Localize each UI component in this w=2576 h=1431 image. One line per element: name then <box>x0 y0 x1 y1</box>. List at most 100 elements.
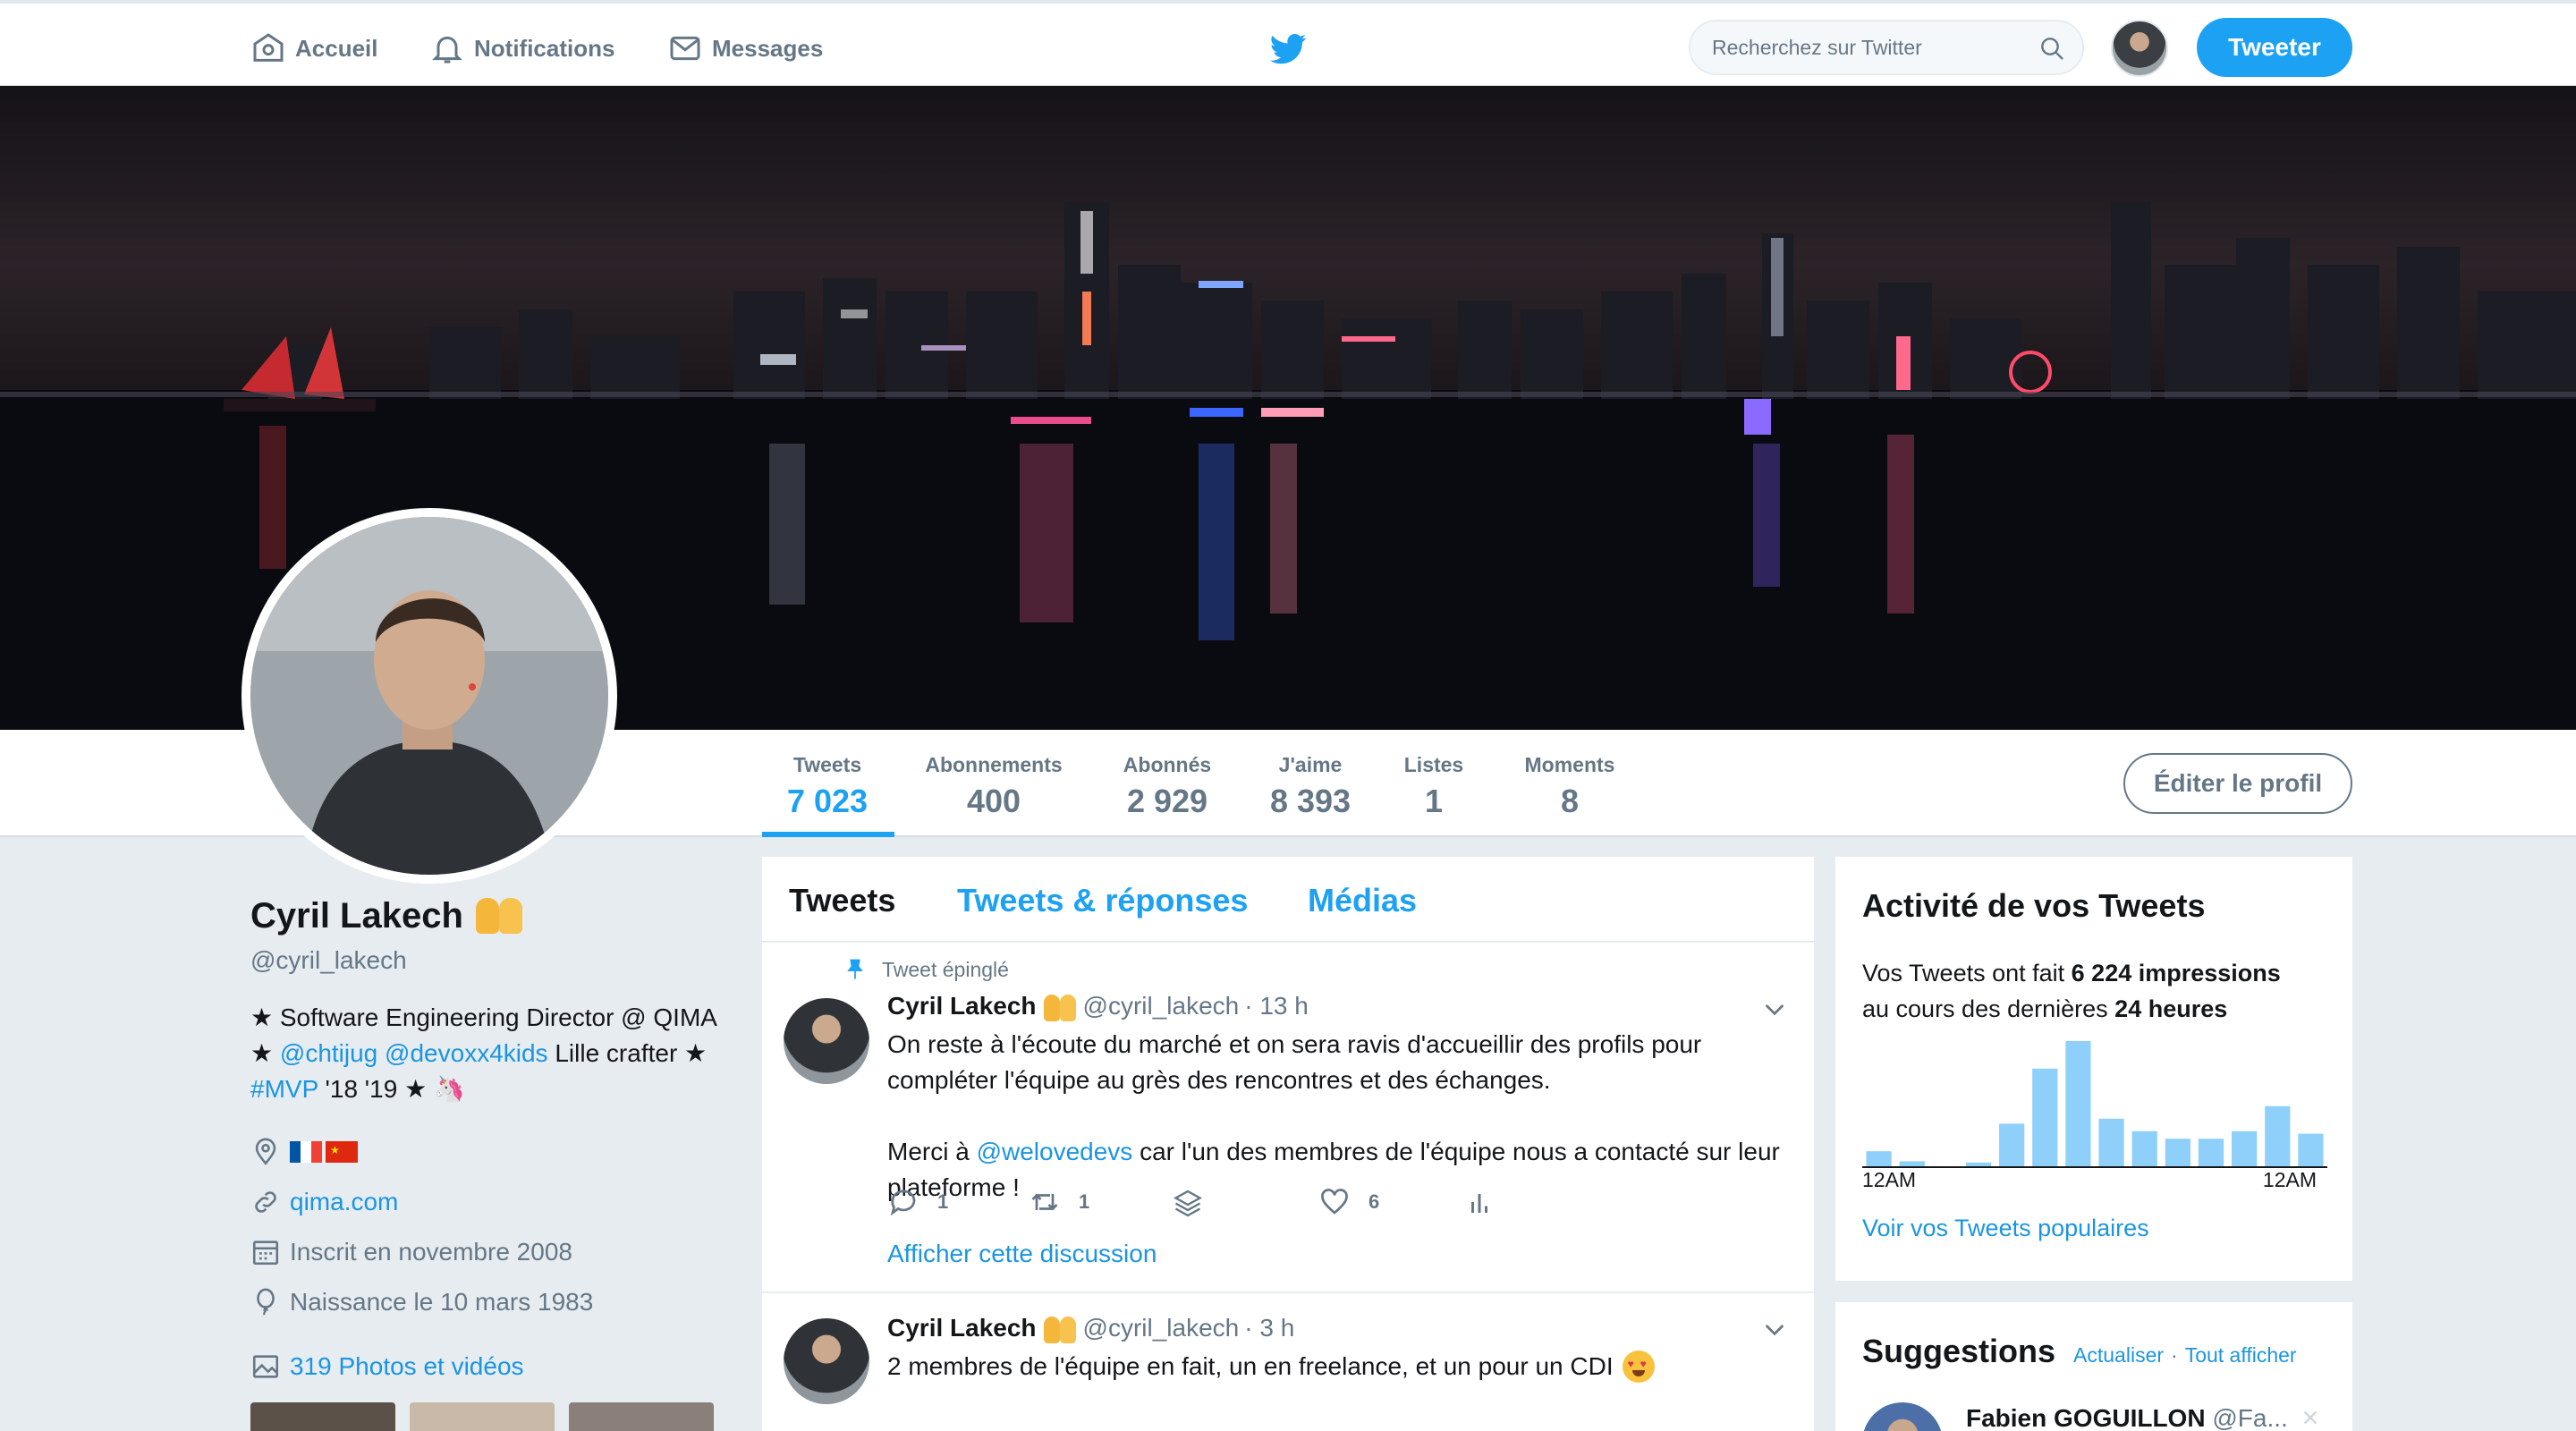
profile-photo-illustration <box>250 517 608 875</box>
profile-name-row: Cyril Lakech <box>250 894 733 937</box>
tab-media[interactable]: Médias <box>1308 882 1417 919</box>
joined-date: Inscrit en novembre 2008 <box>290 1238 572 1266</box>
tab-tweets[interactable]: Tweets <box>789 882 895 919</box>
view-all-link[interactable]: Tout afficher <box>2185 1343 2297 1367</box>
tweet-author-handle[interactable]: @cyril_lakech <box>1083 992 1240 1020</box>
stat-following[interactable]: Abonnements 400 <box>918 753 1070 820</box>
chart-bar[interactable] <box>2032 1068 2058 1166</box>
activity-text: Vos Tweets ont fait <box>1862 960 2065 986</box>
nav-home[interactable]: Accueil <box>250 27 378 70</box>
tweet-author-name[interactable]: Cyril Lakech <box>887 1314 1037 1342</box>
reply-action[interactable]: 1 <box>887 1186 948 1218</box>
search-input[interactable] <box>1712 21 2034 73</box>
mention-welovedevs[interactable]: @welovedevs <box>977 1138 1133 1165</box>
search-icon[interactable] <box>2038 34 2066 63</box>
chart-bar[interactable] <box>1965 1162 1992 1166</box>
suggestion-handle: @Fa... <box>2212 1404 2288 1431</box>
bio-line-1: ★ Software Engineering Director @ QIMA <box>250 1003 717 1031</box>
suggestion-avatar[interactable] <box>1862 1402 1943 1431</box>
bio-line-2: ★ @chtijug @devoxx4kids Lille crafter ★ <box>250 1036 733 1071</box>
stat-label: Abonnés <box>1123 753 1212 776</box>
tweet-item[interactable]: Tweet épinglé Cyril Lakech @cyril_lakech… <box>762 944 1814 1293</box>
tweet-time[interactable]: · 13 h <box>1244 992 1309 1020</box>
stat-value: 1 <box>1424 783 1444 819</box>
media-thumbnail[interactable] <box>569 1402 714 1431</box>
chart-bar[interactable] <box>2165 1139 2190 1166</box>
tweet-item[interactable]: Cyril Lakech @cyril_lakech · 3 h 2 membr… <box>762 1295 1814 1431</box>
stat-value: 8 393 <box>1269 783 1352 819</box>
like-count: 6 <box>1368 1190 1380 1213</box>
suggestions-title: Suggestions <box>1862 1333 2056 1369</box>
chart-bar[interactable] <box>1866 1151 1892 1166</box>
show-thread-link[interactable]: Afficher cette discussion <box>887 1240 1157 1268</box>
birthday-row: Naissance le 10 mars 1983 <box>250 1286 733 1318</box>
chevron-down-icon[interactable] <box>1760 995 1789 1023</box>
chart-bar[interactable] <box>2131 1130 2157 1166</box>
suggestion-user[interactable]: Fabien GOGUILLON @Fa... <box>1966 1404 2288 1431</box>
search-box <box>1689 20 2084 75</box>
chart-bar[interactable] <box>2098 1118 2124 1166</box>
analytics-action[interactable] <box>1463 1186 1513 1218</box>
nav-messages[interactable]: Messages <box>667 27 823 70</box>
tweet-author-name[interactable]: Cyril Lakech <box>887 992 1037 1020</box>
website-link[interactable]: qima.com <box>290 1188 398 1216</box>
profile-avatar[interactable] <box>242 508 617 884</box>
tweet-button[interactable]: Tweeter <box>2197 18 2352 77</box>
popular-tweets-link[interactable]: Voir vos Tweets populaires <box>1862 1215 2149 1242</box>
nav-notifications-label: Notifications <box>474 34 615 62</box>
image-icon <box>252 1355 279 1378</box>
chart-bar[interactable] <box>1899 1161 1925 1166</box>
tweet-author-handle[interactable]: @cyril_lakech <box>1083 1314 1240 1342</box>
stat-likes[interactable]: J'aime 8 393 <box>1252 753 1368 820</box>
tab-tweets-replies[interactable]: Tweets & réponses <box>957 882 1248 919</box>
stack-icon <box>1174 1190 1202 1217</box>
tweet-activity-card: Activité de vos Tweets Vos Tweets ont fa… <box>1835 857 2352 1281</box>
chart-bar[interactable] <box>2232 1130 2258 1166</box>
tweet-avatar[interactable] <box>784 998 869 1084</box>
tweet-time[interactable]: · 3 h <box>1244 1314 1294 1342</box>
chart-bar[interactable] <box>2265 1105 2291 1166</box>
media-thumbnail[interactable] <box>250 1402 395 1431</box>
account-avatar[interactable] <box>2111 20 2168 77</box>
stat-label: Tweets <box>792 753 862 776</box>
activity-summary-line: au cours des dernières 24 heures <box>1862 991 2281 1027</box>
website-row: qima.com <box>250 1186 733 1218</box>
chart-bar[interactable] <box>2198 1139 2224 1166</box>
chart-x-start-label: 12AM <box>1862 1168 1917 1191</box>
stat-lists[interactable]: Listes 1 <box>1394 753 1474 820</box>
active-stat-underline <box>762 832 894 837</box>
media-row: 319 Photos et vidéos <box>250 1351 733 1383</box>
retweet-icon <box>1031 1193 1058 1211</box>
hashtag-mvp[interactable]: #MVP <box>250 1075 318 1103</box>
stat-label: J'aime <box>1278 753 1343 776</box>
stack-action[interactable] <box>1172 1186 1222 1218</box>
chart-bar[interactable] <box>1999 1123 2025 1166</box>
photos-videos-link[interactable]: 319 Photos et vidéos <box>290 1352 524 1381</box>
retweet-action[interactable]: 1 <box>1029 1186 1089 1218</box>
tweet-header: Cyril Lakech @cyril_lakech · 13 h <box>887 991 1309 1021</box>
activity-summary-line: Vos Tweets ont fait 6 224 impressions <box>1862 955 2281 991</box>
bio-text: Lille crafter ★ <box>555 1039 708 1067</box>
stat-followers[interactable]: Abonnés 2 929 <box>1109 753 1225 820</box>
dismiss-icon[interactable] <box>2301 1408 2320 1427</box>
chart-bar[interactable] <box>2298 1133 2324 1166</box>
media-thumbnail[interactable] <box>410 1402 555 1431</box>
mention-devoxx4kids[interactable]: @devoxx4kids <box>385 1039 548 1067</box>
pinned-label: Tweet épinglé <box>882 957 1009 981</box>
tweet-avatar[interactable] <box>784 1318 869 1404</box>
chart-bar[interactable] <box>2065 1041 2091 1166</box>
stat-moments[interactable]: Moments 8 <box>1512 753 1628 820</box>
timeline-tabs: Tweets Tweets & réponses Médias <box>762 857 1814 943</box>
like-action[interactable]: 6 <box>1318 1186 1379 1218</box>
profile-bio: ★ Software Engineering Director @ QIMA ★… <box>250 1000 733 1107</box>
nav-notifications[interactable]: Notifications <box>429 27 614 70</box>
refresh-link[interactable]: Actualiser <box>2073 1343 2164 1367</box>
mention-chtijug[interactable]: @chtijug <box>280 1039 377 1067</box>
stat-tweets[interactable]: Tweets 7 023 <box>769 753 886 820</box>
joined-row: Inscrit en novembre 2008 <box>250 1236 733 1268</box>
stat-label: Moments <box>1524 753 1615 776</box>
twitter-bird-icon[interactable] <box>1268 29 1308 68</box>
tweet-paragraph: 2 membres de l'équipe en fait, un en fre… <box>887 1352 1614 1380</box>
chevron-down-icon[interactable] <box>1760 1315 1789 1343</box>
edit-profile-button[interactable]: Éditer le profil <box>2123 753 2352 814</box>
